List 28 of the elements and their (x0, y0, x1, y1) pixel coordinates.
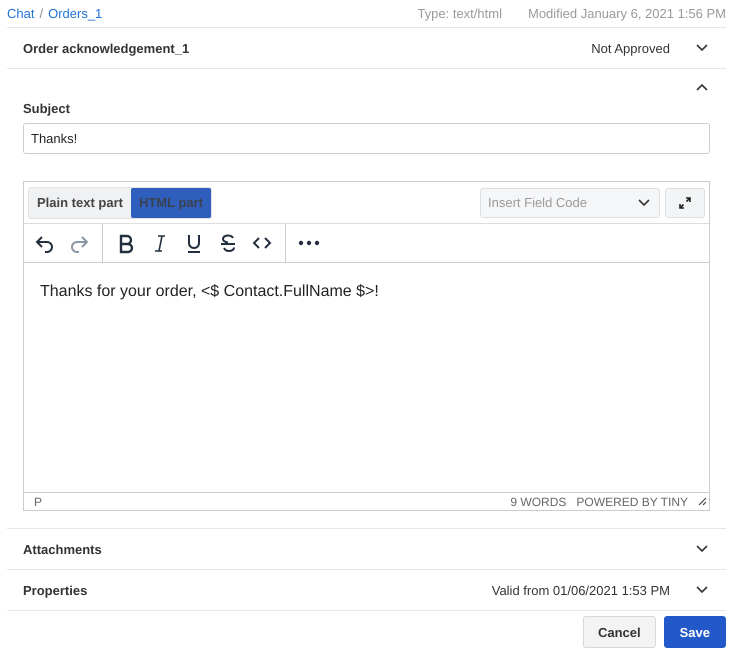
subject-field[interactable]: Thanks! (23, 123, 710, 154)
chevron-down-icon (638, 198, 650, 206)
section-title: Attachments (23, 542, 103, 556)
chevron-down-icon[interactable] (696, 44, 708, 52)
editor-tab[interactable]: Plain text part (29, 188, 131, 218)
editor-text[interactable]: Thanks for your order, <$ Contact.FullName $>! (40, 283, 693, 301)
breadcrumb-separator: / (39, 6, 44, 21)
more-icon (298, 240, 320, 246)
branding-link[interactable]: POWERED BY TINY (576, 494, 688, 508)
type-label: Type: text/html (417, 6, 502, 21)
resize-handle-icon[interactable] (698, 497, 707, 506)
modified-label: Modified January 6, 2021 1:56 PM (528, 6, 726, 21)
fullscreen-button[interactable] (665, 188, 705, 218)
cancel-button[interactable]: Cancel (582, 616, 656, 648)
expand-icon (678, 196, 692, 210)
chevron-down-icon[interactable] (696, 545, 708, 553)
approval-status: Not Approved (591, 40, 670, 56)
template-title: Order acknowledgement_1 (23, 40, 190, 56)
chevron-down-icon[interactable] (696, 586, 708, 594)
word-count: 9 WORDS (510, 494, 566, 508)
breadcrumb-link[interactable]: Orders_1 (48, 6, 102, 21)
subject-label: Subject (23, 101, 71, 116)
section-title: Properties (23, 582, 88, 598)
element-path: P (34, 494, 42, 508)
save-button[interactable]: Save (664, 616, 726, 648)
section-summary: Valid from 01/06/2021 1:53 PM (492, 582, 670, 598)
chevron-up-icon[interactable] (696, 83, 708, 91)
breadcrumb-link[interactable]: Chat (7, 6, 34, 21)
